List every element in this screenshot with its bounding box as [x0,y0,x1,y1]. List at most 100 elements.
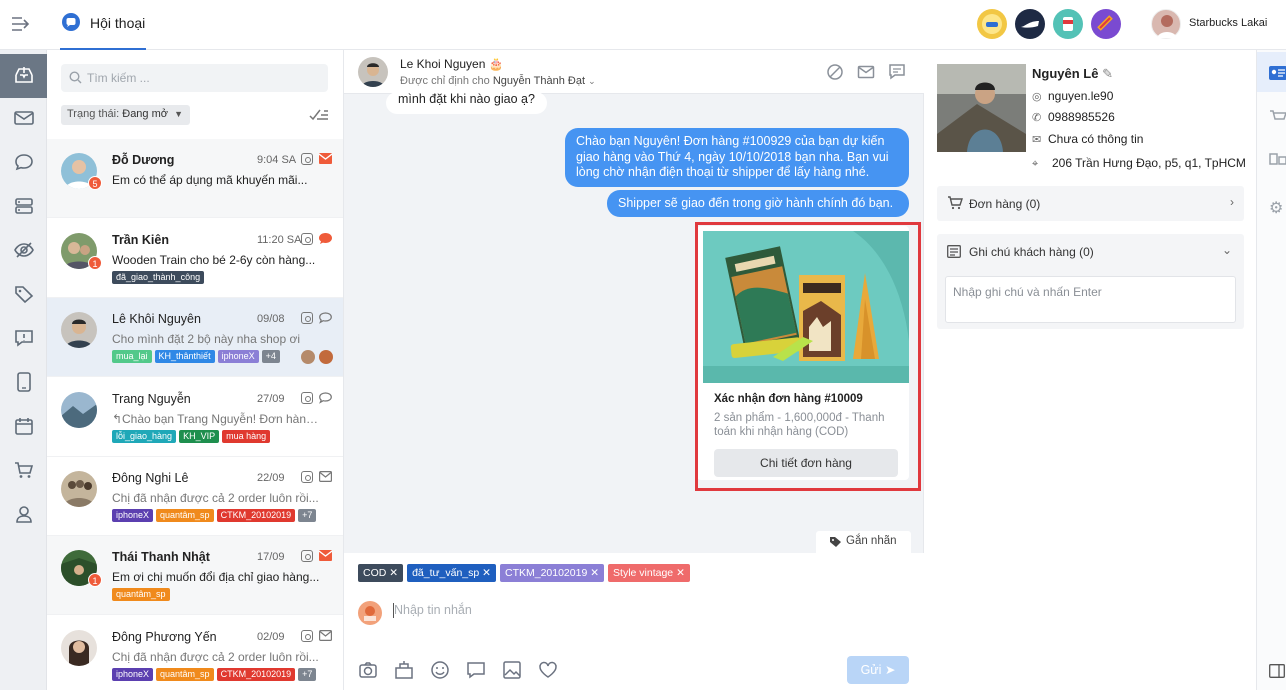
remove-tag-icon[interactable]: ✕ [590,567,599,579]
customer-profile-panel: Nguyên Lê ✎ ◎ nguyen.le90 ✆ 0988985526 ✉ Ch… [924,50,1256,690]
app-icon-2[interactable] [1015,9,1045,39]
tag-chip[interactable]: CTKM_20102019 [216,668,296,681]
heart-icon[interactable] [538,660,558,680]
message-input[interactable]: Nhập tin nhắn [394,603,472,617]
tab-conversations[interactable]: Hội thoại [60,0,146,50]
nav-mobile[interactable] [0,361,47,405]
search-input[interactable]: Tìm kiếm ... [87,71,150,85]
chevron-down-icon: ⌄ [588,76,596,86]
notes-input[interactable]: Nhập ghi chú và nhấn Enter [945,276,1236,323]
tag-chip[interactable]: quantâm_sp [156,668,214,681]
send-button[interactable]: Gửi ➤ [847,656,909,684]
app-icon-3[interactable] [1053,9,1083,39]
mark-all-read-icon[interactable] [309,106,329,125]
remove-tag-icon[interactable]: ✕ [389,567,398,579]
timestamp: 17/09 [257,551,285,563]
tag-chip[interactable]: mua_lại [112,350,152,363]
mail-icon[interactable] [857,63,875,81]
chat-icon [14,153,34,174]
remove-tag-icon[interactable]: ✕ [676,567,685,579]
status-filter-dropdown[interactable]: Trạng thái: Đang mở ▼ [61,105,190,125]
nav-inbox[interactable] [0,54,47,98]
message-incoming: mình đặt khi nào giao ạ? [386,92,547,114]
composer-tag[interactable]: CTKM_20102019 ✕ [499,564,605,582]
tag-chip[interactable]: iphoneX [112,509,154,522]
nav-cart[interactable] [0,449,47,493]
remove-tag-icon[interactable]: ✕ [482,567,491,579]
panel-toggle-icon [1269,664,1285,681]
account-name[interactable]: Starbucks Lakai [1189,17,1267,29]
tag-chip[interactable]: CTKM_20102019 [216,509,296,522]
nav-server[interactable] [0,185,47,229]
nav-calendar[interactable] [0,405,47,449]
comment-icon[interactable] [888,63,906,81]
tag-chip[interactable]: mua hàng [222,430,271,443]
products-tab[interactable] [1257,138,1286,178]
tag-chip[interactable]: lỗi_giao_hàng [112,430,177,443]
tag-more[interactable]: +4 [261,350,280,363]
chat-bubble-icon [62,13,80,31]
nav-hidden[interactable] [0,229,47,273]
settings-tab[interactable]: ⚙ [1257,186,1286,226]
assignee-name: Nguyễn Thành Đạt [492,75,585,87]
contact-avatar[interactable] [358,57,388,87]
emoji-icon[interactable] [430,660,450,680]
account-avatar[interactable] [1151,9,1181,39]
tag-list: iphoneX quantâm_sp CTKM_20102019 +7 [112,509,317,523]
conversation-item[interactable]: Đông Nghi Lê 22/09 Chị đã nhận được cả 2… [47,457,343,536]
app-icon-4[interactable] [1091,9,1121,39]
product-box-icon[interactable] [394,660,414,680]
conversation-item[interactable]: 1 Thái Thanh Nhật 17/09 Em ơi chị muốn đ… [47,536,343,615]
search-box[interactable]: Tìm kiếm ... [61,64,328,92]
instagram-icon [301,392,313,404]
chat-unread-icon [319,233,332,244]
nav-mail[interactable] [0,97,47,141]
composer-tag[interactable]: Style vintage ✕ [608,564,690,582]
tag-chip[interactable]: KH_thânthiết [154,350,215,363]
block-icon[interactable] [826,63,844,81]
add-label-button[interactable]: Gắn nhãn [816,531,911,553]
timestamp: 11:20 SA [257,234,302,246]
message-outgoing: Chào bạn Nguyên! Đơn hàng #100929 của bạ… [565,128,909,187]
nav-chat[interactable] [0,141,47,185]
tag-more[interactable]: +7 [298,509,317,522]
conversation-item[interactable]: 5 Đỗ Dương 9:04 SA Em có thể áp dụng mã … [47,139,343,218]
app-icon-1[interactable] [977,9,1007,39]
collapse-menu-icon[interactable] [10,14,32,34]
unread-badge: 5 [88,176,102,190]
tag-chip[interactable]: quantâm_sp [156,509,214,522]
orders-tab[interactable] [1257,96,1286,136]
tag-chip[interactable]: iphoneX [112,668,154,681]
image-icon[interactable] [502,660,522,680]
nav-contacts[interactable] [0,493,47,537]
edit-icon[interactable]: ✎ [1102,66,1113,81]
customer-name: Nguyên Lê ✎ [1032,66,1113,81]
tag-chip[interactable]: KH_VIP [179,430,220,443]
camera-icon[interactable] [358,660,378,680]
conversation-item[interactable]: 1 Trần Kiên 11:20 SA Wooden Train cho bé… [47,219,343,298]
nav-tags[interactable] [0,273,47,317]
tag-chip[interactable]: đã_giao_thành_công [112,271,205,284]
assignee-dropdown[interactable]: Được chỉ định cho Nguyễn Thành Đạt ⌄ [400,75,596,87]
composer-tag[interactable]: COD ✕ [358,564,404,582]
conversation-item[interactable]: Đông Phương Yến 02/09 Chị đã nhận được c… [47,616,343,690]
tag-more[interactable]: +7 [298,668,317,681]
quick-reply-icon[interactable] [466,660,486,680]
chat-panel: Le Khoi Nguyen 🎂 Được chỉ định cho Nguyễ… [344,50,924,690]
nav-alerts[interactable] [0,317,47,361]
chevron-right-icon: › [1230,195,1234,209]
tag-chip[interactable]: quantâm_sp [112,588,170,601]
chevron-down-icon[interactable]: ⌄ [1222,243,1232,257]
conversation-item[interactable]: Trang Nguyễn 27/09 ↰ Chào bạn Trang Nguyễ… [47,378,343,457]
avatar [61,312,97,348]
notes-icon [947,245,961,261]
collapse-panel-tab[interactable] [1257,652,1286,690]
tag-chip[interactable]: iphoneX [217,350,259,363]
mail-unread-icon [318,153,333,164]
contact-card-tab[interactable] [1257,52,1286,92]
last-message: Chị đã nhận được cả 2 order luôn rồi... [112,491,319,505]
right-icon-bar: ⚙ [1256,50,1286,690]
composer-tag[interactable]: đã_tư_vấn_sp ✕ [407,564,496,582]
conversation-item[interactable]: Lê Khôi Nguyên 09/08 Cho mình đặt 2 bộ n… [47,298,343,377]
orders-section[interactable]: Đơn hàng (0) › [937,186,1244,221]
